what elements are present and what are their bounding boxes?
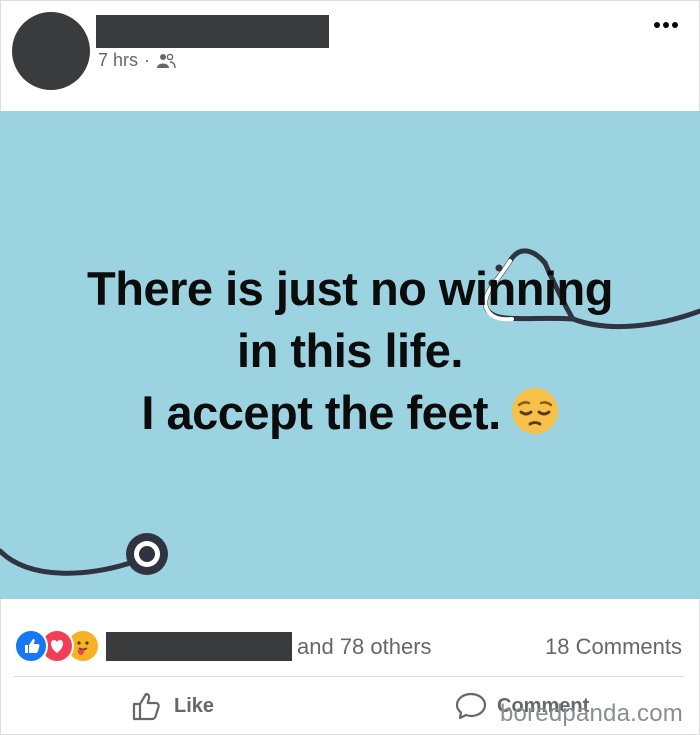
comments-count[interactable]: 18 Comments xyxy=(545,634,682,660)
like-button[interactable]: Like xyxy=(132,691,214,721)
pensive-face-emoji xyxy=(511,388,558,434)
like-reaction-icon[interactable] xyxy=(14,629,48,663)
redacted-author-name[interactable] xyxy=(96,15,329,48)
post-text: There is just no winning in this life. I… xyxy=(0,258,700,444)
reaction-icons[interactable] xyxy=(14,629,100,663)
reaction-others-count[interactable]: and 78 others xyxy=(297,634,432,660)
thumbs-up-icon xyxy=(132,692,160,721)
post-meta: 7 hrs · xyxy=(98,50,176,71)
like-label: Like xyxy=(174,694,215,717)
meta-separator: · xyxy=(144,50,151,70)
redacted-reactor-name[interactable] xyxy=(106,632,292,661)
post-text-line: I accept the feet. xyxy=(141,386,501,439)
post-text-line-with-emoji: I accept the feet. xyxy=(0,382,700,444)
divider xyxy=(14,676,684,677)
watermark: boredpanda.com xyxy=(500,700,683,727)
post-timestamp[interactable]: 7 hrs xyxy=(98,50,138,71)
more-options-icon[interactable] xyxy=(654,22,678,28)
post-text-line: There is just no winning xyxy=(87,262,613,315)
avatar[interactable] xyxy=(12,12,90,90)
post-text-line: in this life. xyxy=(237,324,463,377)
friends-icon[interactable] xyxy=(156,53,176,69)
comment-icon xyxy=(455,692,487,720)
